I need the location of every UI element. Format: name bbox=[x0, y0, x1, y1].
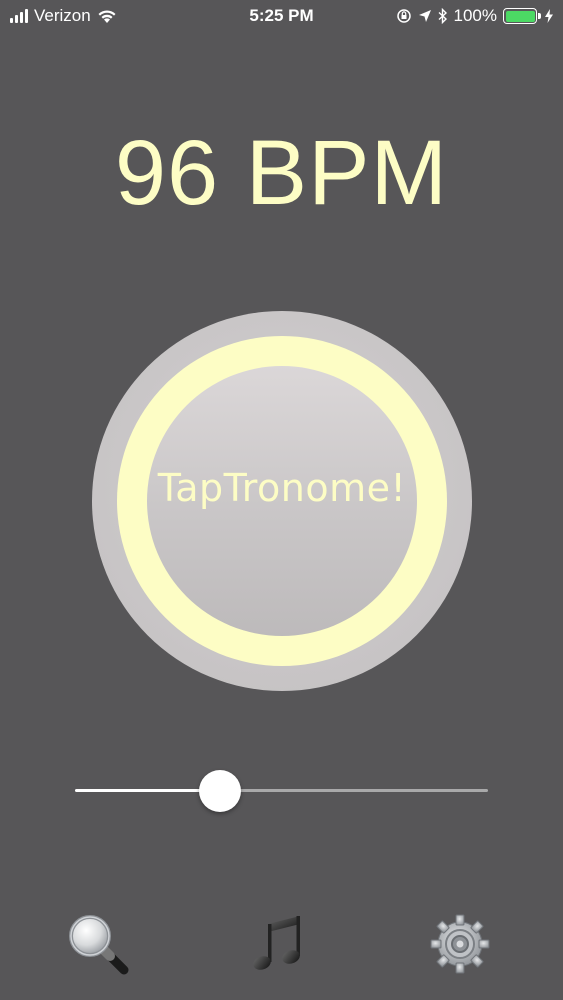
battery-percent: 100% bbox=[453, 6, 497, 25]
status-right: 100% bbox=[396, 6, 553, 26]
status-bar: Verizon 5:25 PM 100% bbox=[0, 0, 563, 34]
slider-track-empty[interactable] bbox=[220, 789, 488, 792]
bluetooth-icon bbox=[438, 8, 447, 24]
battery-level bbox=[505, 10, 535, 22]
battery-icon bbox=[503, 8, 541, 24]
search-icon bbox=[69, 915, 129, 975]
tap-button-label[interactable]: TapTronome! bbox=[117, 466, 447, 510]
music-button[interactable] bbox=[246, 912, 310, 976]
orientation-lock-icon bbox=[396, 9, 411, 23]
bpm-display: 96 BPM bbox=[114, 122, 449, 224]
location-icon bbox=[418, 10, 431, 22]
slider-thumb[interactable] bbox=[199, 770, 242, 812]
settings-button[interactable] bbox=[428, 912, 492, 976]
search-button[interactable] bbox=[66, 912, 130, 976]
charging-icon bbox=[545, 9, 553, 23]
tempo-slider[interactable] bbox=[75, 770, 488, 812]
settings-gear-icon bbox=[430, 914, 490, 974]
music-note-icon bbox=[253, 916, 300, 970]
app-screen: Verizon 5:25 PM 100% 96 BPM TapTronome! bbox=[0, 0, 563, 1000]
